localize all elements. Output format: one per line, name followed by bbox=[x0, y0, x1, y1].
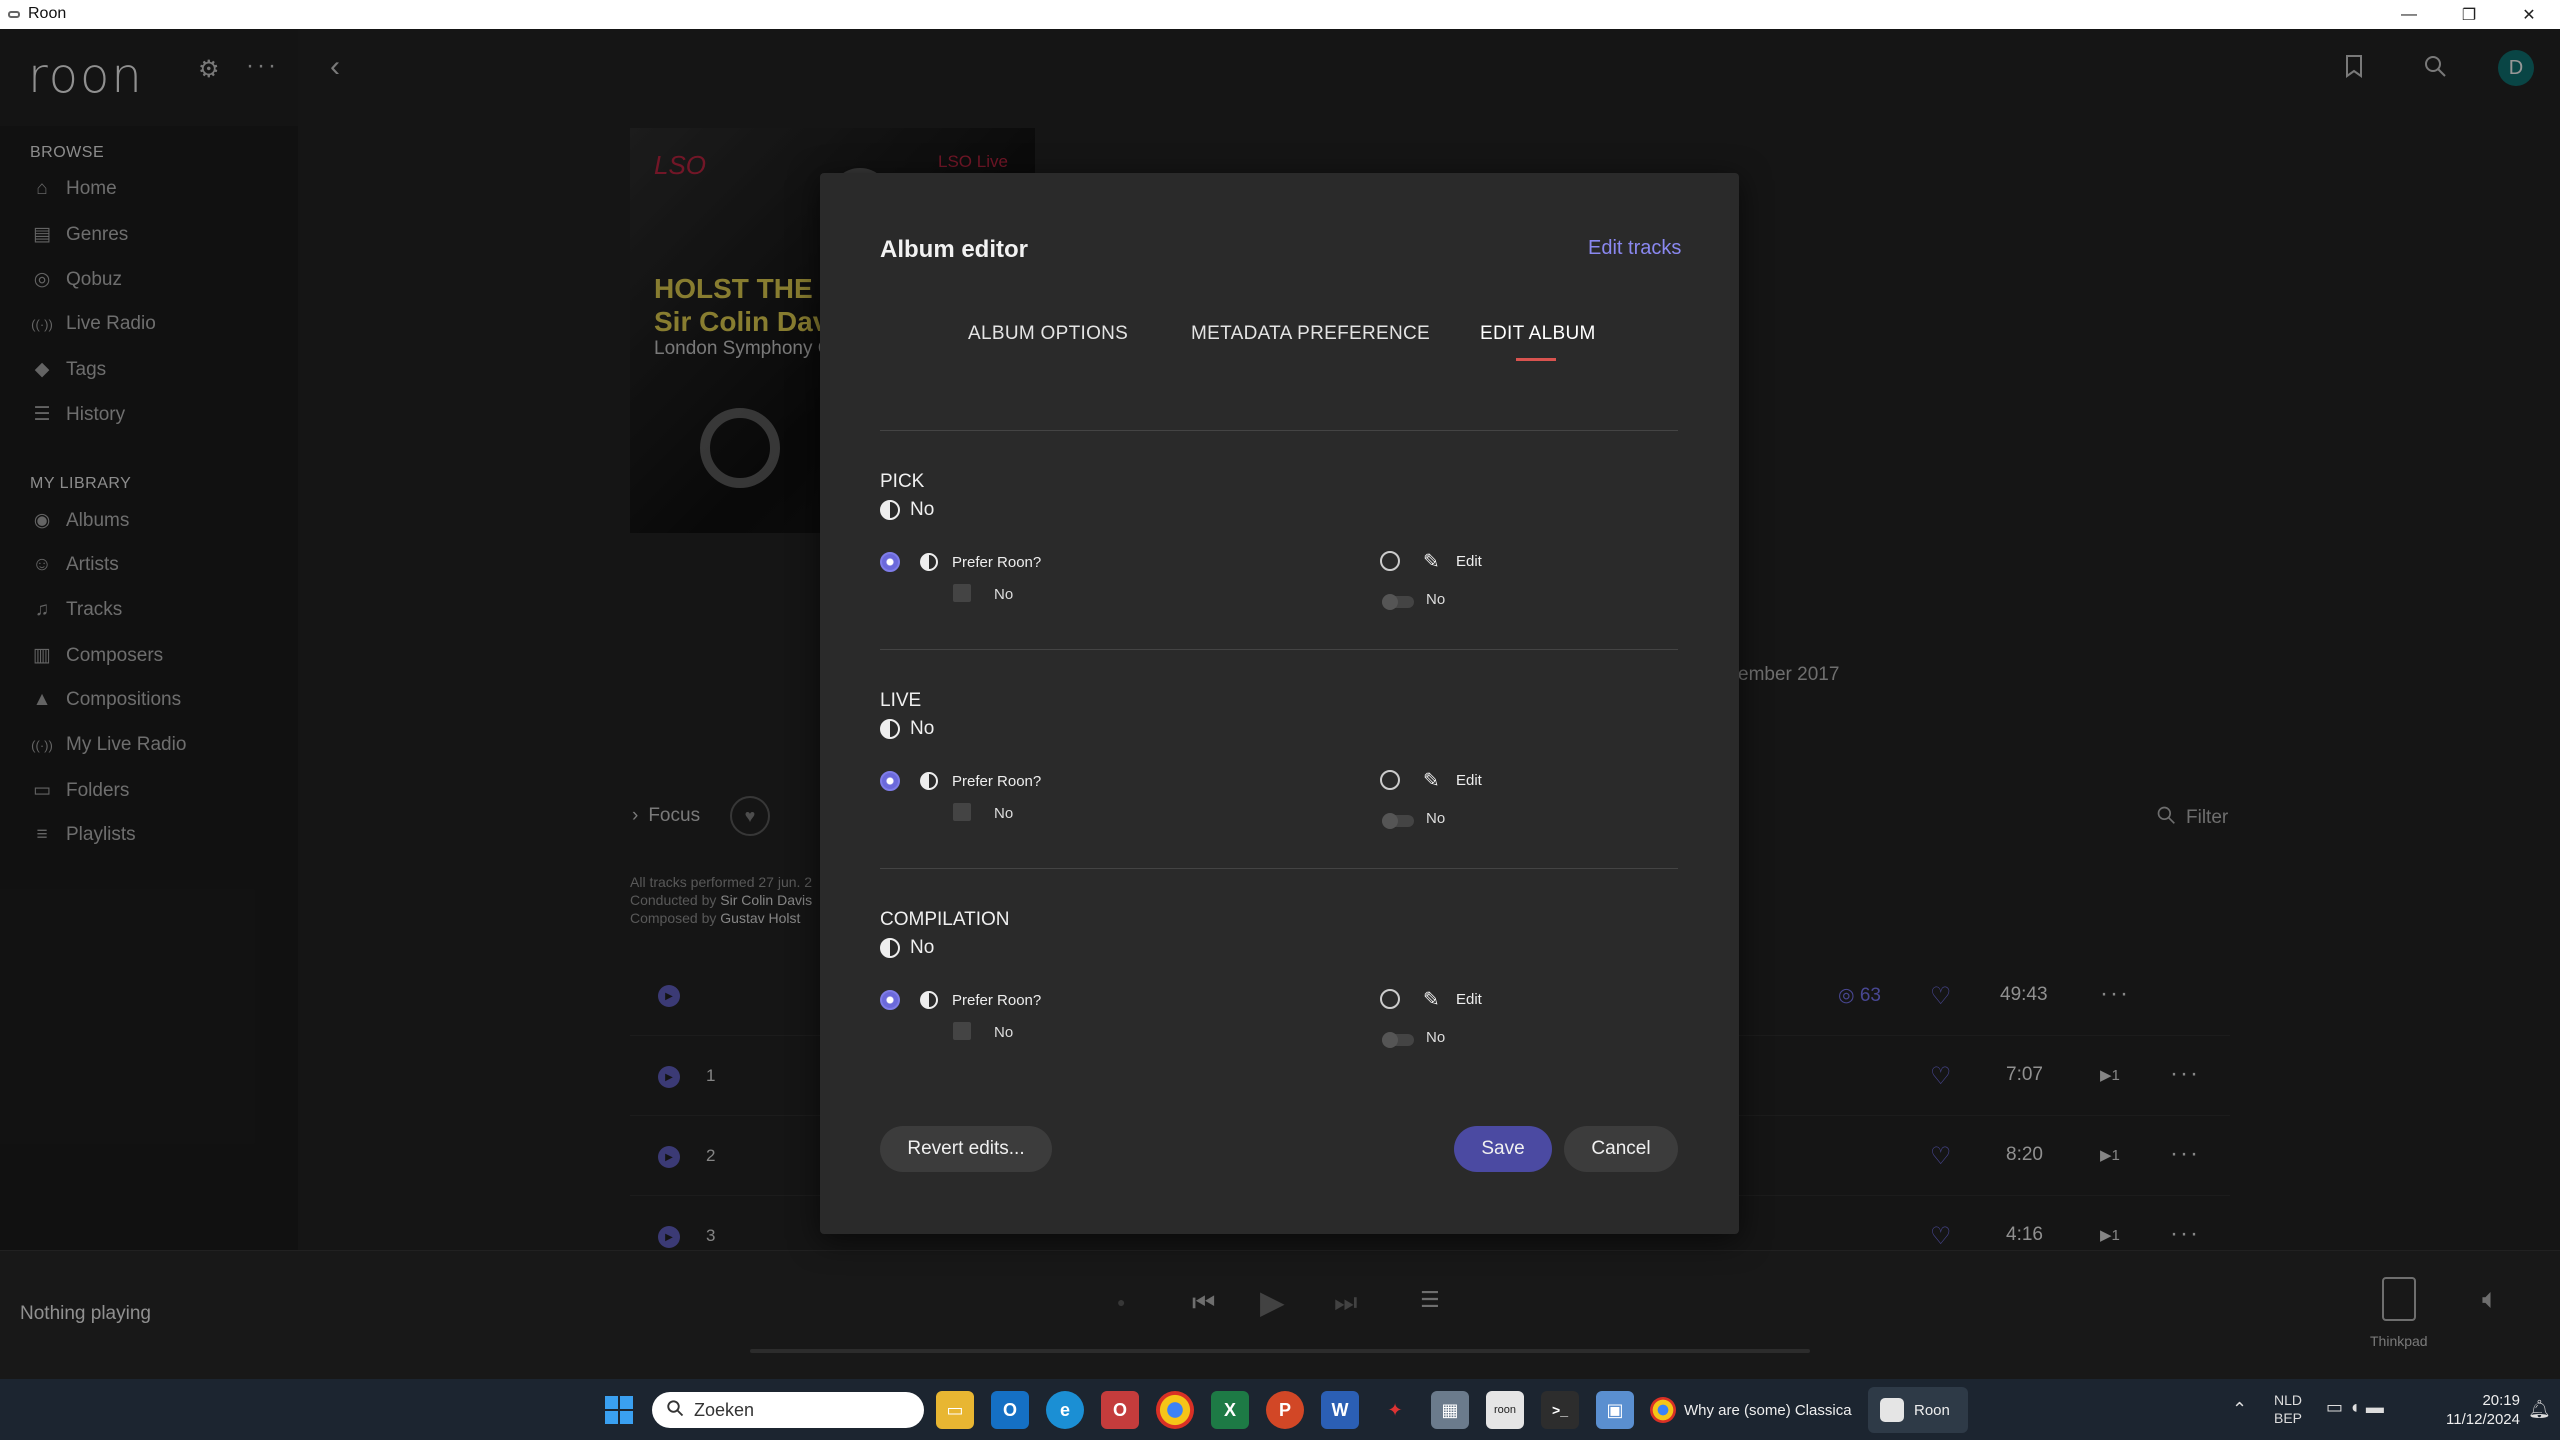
pencil-icon: ✎ bbox=[1423, 770, 1440, 792]
taskbar-search[interactable]: Zoeken bbox=[652, 1392, 924, 1428]
pencil-icon: ✎ bbox=[1423, 989, 1440, 1011]
roon-icon bbox=[920, 772, 938, 790]
compilation-roon-checkbox bbox=[953, 1022, 971, 1040]
file-explorer-icon[interactable]: ▭ bbox=[936, 1391, 974, 1429]
chrome-icon bbox=[1650, 1397, 1676, 1423]
network-app-icon[interactable]: ▦ bbox=[1431, 1391, 1469, 1429]
live-prefer-roon-radio[interactable] bbox=[880, 771, 900, 791]
pick-toggle[interactable] bbox=[1382, 594, 1414, 610]
input-language[interactable]: NLD BEP bbox=[2274, 1391, 2302, 1427]
search-icon bbox=[666, 1399, 684, 1422]
chrome-icon[interactable] bbox=[1156, 1391, 1194, 1429]
prefer-roon-label: Prefer Roon? bbox=[952, 554, 1042, 571]
album-editor-dialog: Album editor Edit tracks ALBUM OPTIONS M… bbox=[820, 173, 1739, 1234]
compilation-edit-value: No bbox=[1426, 1029, 1446, 1046]
outlook-icon[interactable]: O bbox=[991, 1391, 1029, 1429]
live-roon-value: No bbox=[994, 805, 1014, 822]
app-icon[interactable]: ✦ bbox=[1376, 1391, 1414, 1429]
section-title-pick: PICK bbox=[880, 471, 925, 492]
edit-label: Edit bbox=[1456, 991, 1482, 1008]
roon-app-icon bbox=[8, 11, 20, 18]
revert-edits-button[interactable]: Revert edits... bbox=[880, 1126, 1052, 1172]
edit-label: Edit bbox=[1456, 772, 1482, 789]
divider bbox=[880, 868, 1678, 869]
terminal-icon[interactable]: >_ bbox=[1541, 1391, 1579, 1429]
edit-tracks-link[interactable]: Edit tracks bbox=[1588, 237, 1681, 260]
compilation-edit-radio[interactable] bbox=[1380, 989, 1400, 1009]
save-button[interactable]: Save bbox=[1454, 1126, 1552, 1172]
taskbar-window-chrome[interactable]: Why are (some) Classica bbox=[1650, 1389, 1860, 1431]
powerpoint-icon[interactable]: P bbox=[1266, 1391, 1304, 1429]
chevron-up-icon[interactable]: ⌃ bbox=[2232, 1399, 2247, 1420]
tab-edit-album[interactable]: EDIT ALBUM bbox=[1480, 323, 1596, 345]
compilation-toggle[interactable] bbox=[1382, 1032, 1414, 1048]
roon-taskbar-icon[interactable]: roon bbox=[1486, 1391, 1524, 1429]
outlook-new-icon[interactable]: O bbox=[1101, 1391, 1139, 1429]
live-value: No bbox=[880, 718, 934, 740]
compilation-prefer-roon-radio[interactable] bbox=[880, 990, 900, 1010]
compilation-value: No bbox=[880, 937, 934, 959]
pick-value: No bbox=[880, 499, 934, 521]
close-button[interactable]: ✕ bbox=[2500, 0, 2558, 29]
restore-button[interactable]: ❐ bbox=[2440, 0, 2498, 29]
pick-roon-checkbox bbox=[953, 584, 971, 602]
window-title: Roon bbox=[28, 5, 67, 22]
edit-label: Edit bbox=[1456, 553, 1482, 570]
compilation-roon-value: No bbox=[994, 1024, 1014, 1041]
pencil-icon: ✎ bbox=[1423, 551, 1440, 573]
cancel-button[interactable]: Cancel bbox=[1564, 1126, 1678, 1172]
active-tab-indicator bbox=[1516, 358, 1556, 361]
edge-icon[interactable]: e bbox=[1046, 1391, 1084, 1429]
roon-icon bbox=[880, 500, 900, 520]
taskbar-clock[interactable]: 20:19 11/12/2024 bbox=[2420, 1391, 2520, 1429]
taskbar-window-roon[interactable]: Roon bbox=[1868, 1387, 1968, 1433]
section-title-live: LIVE bbox=[880, 690, 922, 711]
roon-icon bbox=[920, 553, 938, 571]
live-toggle[interactable] bbox=[1382, 813, 1414, 829]
pick-edit-radio[interactable] bbox=[1380, 551, 1400, 571]
divider bbox=[880, 649, 1678, 650]
live-edit-value: No bbox=[1426, 810, 1446, 827]
system-tray-icons[interactable]: ▭◖▬ bbox=[2326, 1397, 2390, 1418]
tab-metadata-preference[interactable]: METADATA PREFERENCE bbox=[1191, 323, 1430, 345]
pick-roon-value: No bbox=[994, 586, 1014, 603]
prefer-roon-label: Prefer Roon? bbox=[952, 773, 1042, 790]
word-icon[interactable]: W bbox=[1321, 1391, 1359, 1429]
divider bbox=[880, 430, 1678, 431]
roon-icon bbox=[880, 719, 900, 739]
dialog-title: Album editor bbox=[880, 236, 1028, 263]
section-title-compilation: COMPILATION bbox=[880, 909, 1010, 930]
remote-app-icon[interactable]: ▣ bbox=[1596, 1391, 1634, 1429]
window-titlebar: Roon — ❐ ✕ bbox=[0, 0, 2560, 29]
windows-taskbar: Zoeken ▭ O e O X P W ✦ ▦ roon >_ ▣ Why a… bbox=[0, 1379, 2560, 1440]
windows-start-icon[interactable] bbox=[604, 1395, 634, 1425]
tab-album-options[interactable]: ALBUM OPTIONS bbox=[968, 323, 1128, 345]
prefer-roon-label: Prefer Roon? bbox=[952, 992, 1042, 1009]
live-roon-checkbox bbox=[953, 803, 971, 821]
minimize-button[interactable]: — bbox=[2380, 0, 2438, 29]
roon-icon bbox=[1880, 1398, 1904, 1422]
roon-icon bbox=[920, 991, 938, 1009]
pick-prefer-roon-radio[interactable] bbox=[880, 552, 900, 572]
roon-icon bbox=[880, 938, 900, 958]
pick-edit-value: No bbox=[1426, 591, 1446, 608]
notification-bell-icon[interactable]: 🔔︎ bbox=[2528, 1399, 2551, 1420]
live-edit-radio[interactable] bbox=[1380, 770, 1400, 790]
excel-icon[interactable]: X bbox=[1211, 1391, 1249, 1429]
